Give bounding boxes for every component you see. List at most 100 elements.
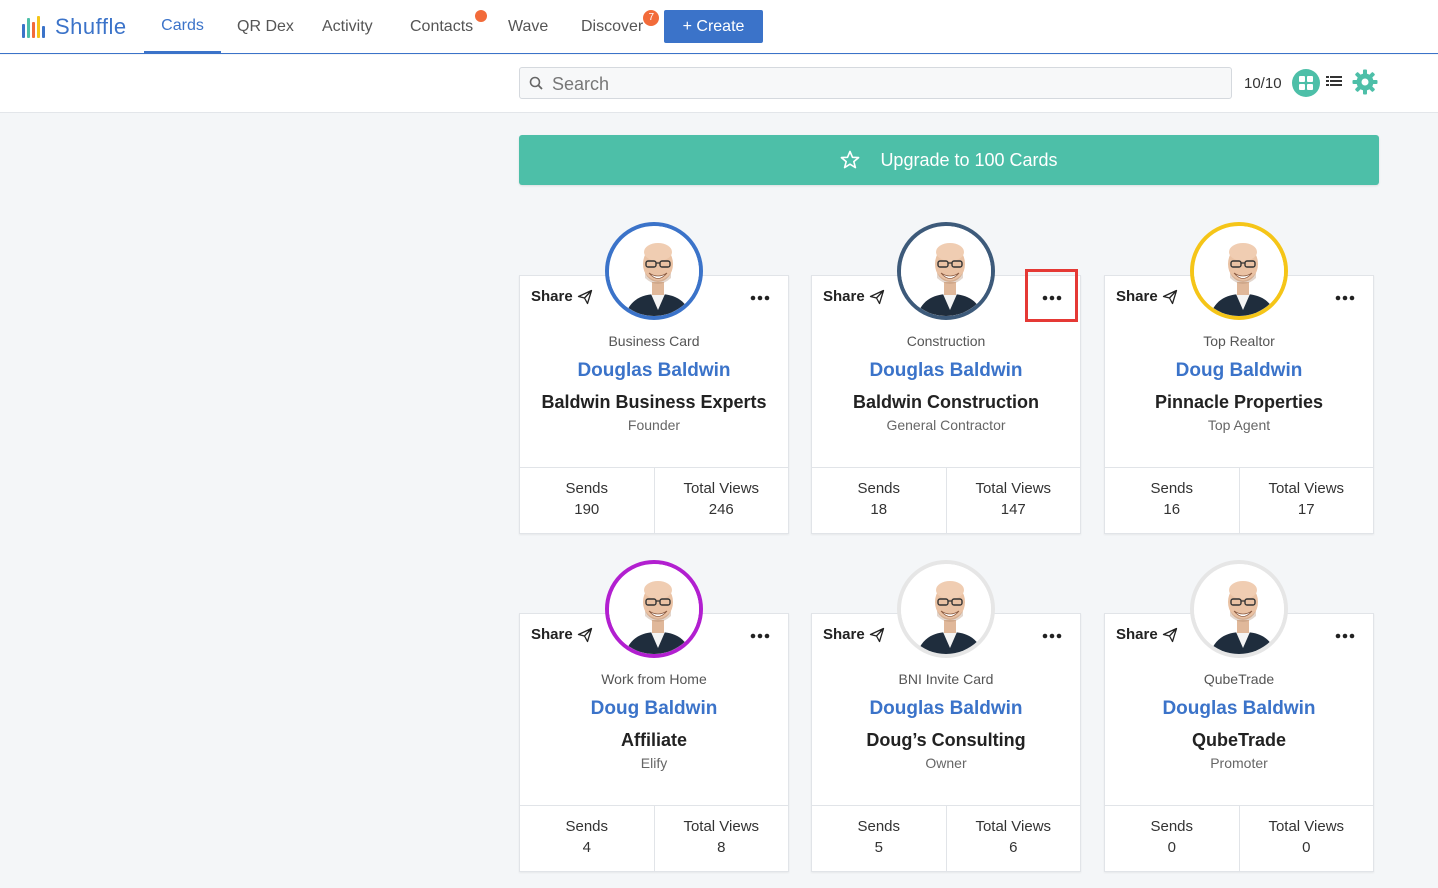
views-stat: Total Views 0 bbox=[1238, 806, 1374, 872]
card-title: Founder bbox=[627, 417, 681, 433]
search-input[interactable] bbox=[550, 68, 1224, 100]
share-button[interactable]: Share bbox=[1116, 288, 1178, 305]
tab-qr-dex[interactable]: QR Dex bbox=[221, 0, 310, 54]
top-nav: Shuffle Cards QR Dex Activity Contacts W… bbox=[0, 0, 1438, 54]
profile-photo bbox=[901, 226, 991, 316]
business-card-3: Share Top Realtor Doug Baldwin Pinnacle … bbox=[1104, 222, 1374, 534]
list-view-icon[interactable] bbox=[1326, 75, 1342, 89]
create-button[interactable]: + Create bbox=[664, 10, 763, 43]
sends-label: Sends bbox=[565, 818, 609, 835]
share-label: Share bbox=[1116, 288, 1158, 305]
send-icon bbox=[869, 289, 884, 304]
card-name[interactable]: Douglas Baldwin bbox=[812, 698, 1080, 720]
send-icon bbox=[869, 627, 884, 642]
gear-icon[interactable] bbox=[1352, 69, 1378, 95]
more-options-button[interactable] bbox=[1032, 286, 1072, 310]
more-options-button[interactable] bbox=[1325, 286, 1365, 310]
business-card-1: Share Business Card Douglas Baldwin Bald… bbox=[519, 222, 789, 534]
views-count: 8 bbox=[717, 839, 726, 856]
more-dots-icon bbox=[750, 295, 770, 301]
sends-count: 18 bbox=[870, 501, 888, 518]
more-dots-icon bbox=[1335, 633, 1355, 639]
card-title: General Contractor bbox=[886, 417, 1006, 433]
views-label: Total Views bbox=[683, 818, 760, 835]
sends-stat: Sends 190 bbox=[520, 468, 654, 534]
avatar[interactable] bbox=[605, 560, 703, 658]
sends-count: 0 bbox=[1167, 839, 1176, 856]
card-type: Construction bbox=[906, 333, 986, 349]
sends-label: Sends bbox=[1150, 818, 1194, 835]
profile-photo bbox=[901, 564, 991, 654]
share-button[interactable]: Share bbox=[531, 626, 593, 643]
card-title: Promoter bbox=[1210, 755, 1268, 771]
card-count: 10/10 bbox=[1244, 75, 1282, 92]
sends-count: 16 bbox=[1163, 501, 1181, 518]
share-button[interactable]: Share bbox=[531, 288, 593, 305]
tab-cards[interactable]: Cards bbox=[144, 0, 221, 54]
share-label: Share bbox=[531, 288, 573, 305]
more-options-button[interactable] bbox=[740, 286, 780, 310]
share-button[interactable]: Share bbox=[823, 288, 885, 305]
views-count: 6 bbox=[1009, 839, 1018, 856]
card-name[interactable]: Doug Baldwin bbox=[520, 698, 788, 720]
sends-count: 190 bbox=[574, 501, 600, 518]
sends-stat: Sends 0 bbox=[1105, 806, 1239, 872]
more-options-button[interactable] bbox=[740, 624, 780, 648]
views-label: Total Views bbox=[683, 480, 760, 497]
share-button[interactable]: Share bbox=[823, 626, 885, 643]
card-company: Baldwin Business Experts bbox=[541, 392, 767, 412]
card-name[interactable]: Douglas Baldwin bbox=[812, 360, 1080, 382]
tab-discover[interactable]: Discover 7 bbox=[565, 0, 663, 54]
card-name[interactable]: Douglas Baldwin bbox=[1105, 698, 1373, 720]
avatar[interactable] bbox=[1190, 222, 1288, 320]
share-button[interactable]: Share bbox=[1116, 626, 1178, 643]
avatar[interactable] bbox=[897, 560, 995, 658]
share-label: Share bbox=[1116, 626, 1158, 643]
card-type: Work from Home bbox=[601, 671, 707, 687]
views-count: 246 bbox=[708, 501, 734, 518]
profile-photo bbox=[609, 564, 699, 654]
send-icon bbox=[577, 289, 592, 304]
more-dots-icon bbox=[750, 633, 770, 639]
app-name: Shuffle bbox=[55, 14, 127, 39]
sends-label: Sends bbox=[1150, 480, 1194, 497]
more-dots-icon bbox=[1042, 295, 1062, 301]
more-options-button[interactable] bbox=[1032, 624, 1072, 648]
tab-activity[interactable]: Activity bbox=[306, 0, 389, 54]
share-label: Share bbox=[823, 288, 865, 305]
card-company: QubeTrade bbox=[1191, 730, 1287, 750]
notification-dot bbox=[475, 10, 488, 22]
sends-stat: Sends 16 bbox=[1105, 468, 1239, 534]
views-count: 17 bbox=[1297, 501, 1315, 518]
tab-wave[interactable]: Wave bbox=[492, 0, 564, 54]
send-icon bbox=[1162, 289, 1177, 304]
sends-count: 5 bbox=[874, 839, 883, 856]
card-type: Top Realtor bbox=[1203, 333, 1275, 349]
upgrade-button[interactable]: Upgrade to 100 Cards bbox=[519, 135, 1379, 185]
search-icon bbox=[529, 76, 543, 90]
card-title: Top Agent bbox=[1207, 417, 1271, 433]
card-name[interactable]: Douglas Baldwin bbox=[520, 360, 788, 382]
card-type: BNI Invite Card bbox=[898, 671, 994, 687]
views-count: 147 bbox=[1000, 501, 1026, 518]
views-label: Total Views bbox=[1268, 818, 1345, 835]
grid-view-icon[interactable] bbox=[1292, 69, 1320, 97]
card-stats: Sends 4 Total Views 8 bbox=[520, 805, 788, 872]
business-card-4: Share Work from Home Doug Baldwin Affili… bbox=[519, 560, 789, 872]
card-company: Affiliate bbox=[620, 730, 687, 750]
views-stat: Total Views 246 bbox=[653, 468, 789, 534]
profile-photo bbox=[1194, 226, 1284, 316]
views-stat: Total Views 6 bbox=[945, 806, 1081, 872]
shuffle-logo[interactable]: Shuffle bbox=[22, 14, 127, 40]
avatar[interactable] bbox=[1190, 560, 1288, 658]
more-dots-icon bbox=[1042, 633, 1062, 639]
sends-stat: Sends 4 bbox=[520, 806, 654, 872]
more-options-button[interactable] bbox=[1325, 624, 1365, 648]
avatar[interactable] bbox=[897, 222, 995, 320]
card-name[interactable]: Doug Baldwin bbox=[1105, 360, 1373, 382]
views-label: Total Views bbox=[1268, 480, 1345, 497]
tab-contacts[interactable]: Contacts bbox=[394, 0, 493, 54]
card-type: QubeTrade bbox=[1203, 671, 1275, 687]
card-title: Owner bbox=[925, 755, 967, 771]
avatar[interactable] bbox=[605, 222, 703, 320]
